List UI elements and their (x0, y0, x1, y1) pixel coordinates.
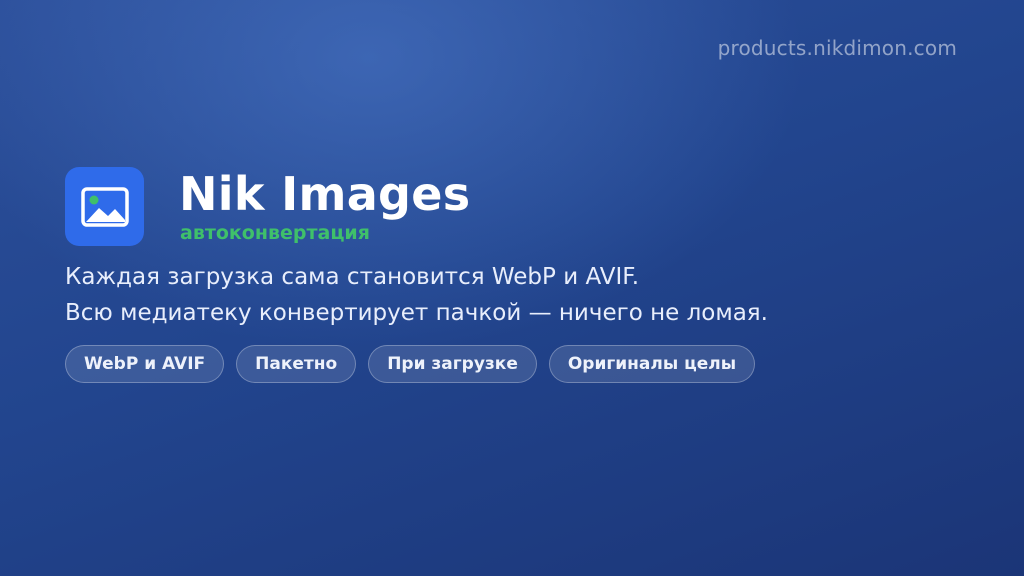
app-title: Nik Images (179, 167, 471, 221)
feature-chip-webp-avif: WebP и AVIF (65, 345, 225, 383)
image-icon (80, 186, 129, 227)
feature-chip-on-upload: При загрузке (368, 345, 537, 383)
description-line: Всю медиатеку конвертирует пачкой — ниче… (65, 300, 768, 326)
description: Каждая загрузка сама становится WebP и A… (65, 259, 768, 331)
app-subtitle: автоконвертация (180, 222, 370, 244)
feature-chip-batch: Пакетно (236, 345, 357, 383)
site-domain: products.nikdimon.com (717, 36, 957, 60)
app-logo (65, 167, 144, 246)
description-line: Каждая загрузка сама становится WebP и A… (65, 264, 640, 290)
feature-chips: WebP и AVIF Пакетно При загрузке Оригина… (65, 345, 756, 383)
feature-chip-originals-kept: Оригиналы целы (548, 345, 756, 383)
